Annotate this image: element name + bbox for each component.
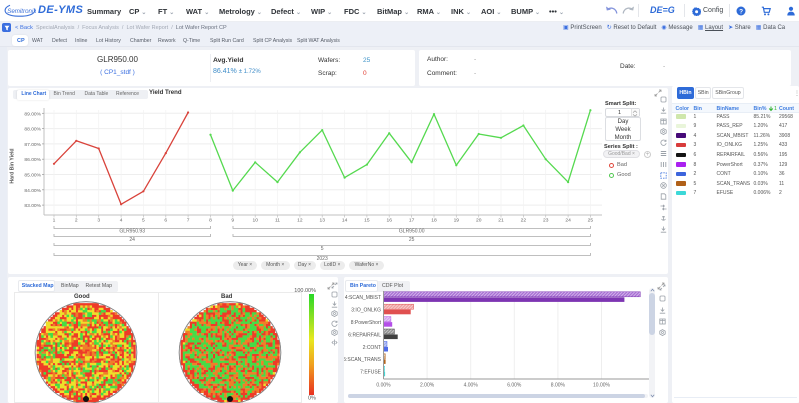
- svg-text:85.00%: 85.00%: [24, 173, 41, 179]
- svg-text:19: 19: [454, 218, 460, 224]
- svg-text:GLR950.00: GLR950.00: [399, 229, 425, 235]
- svg-text:5: 5: [142, 218, 145, 224]
- svg-text:Semitronix: Semitronix: [7, 8, 36, 15]
- svg-text:4: 4: [120, 218, 123, 224]
- svg-text:10.00%: 10.00%: [593, 383, 611, 389]
- svg-text:13: 13: [319, 218, 325, 224]
- svg-text:9: 9: [231, 218, 234, 224]
- svg-text:6: 6: [164, 218, 167, 224]
- svg-text:5: 5: [321, 246, 324, 252]
- svg-text:24: 24: [565, 218, 571, 224]
- svg-text:8: 8: [209, 218, 212, 224]
- svg-text:18: 18: [431, 218, 437, 224]
- svg-text:21: 21: [498, 218, 504, 224]
- svg-text:8.00%: 8.00%: [551, 383, 566, 389]
- svg-text:0%: 0%: [308, 396, 316, 402]
- svg-text:25: 25: [588, 218, 594, 224]
- svg-text:10: 10: [252, 218, 258, 224]
- svg-text:20: 20: [476, 218, 482, 224]
- svg-text:15: 15: [364, 218, 370, 224]
- svg-text:1: 1: [53, 218, 56, 224]
- svg-text:Hard Bin Yield: Hard Bin Yield: [10, 148, 16, 183]
- svg-text:24: 24: [129, 237, 135, 243]
- svg-text:87.00%: 87.00%: [24, 142, 41, 148]
- svg-text:2.00%: 2.00%: [420, 383, 435, 389]
- svg-text:4.00%: 4.00%: [464, 383, 479, 389]
- svg-text:86.00%: 86.00%: [24, 157, 41, 163]
- svg-text:?: ?: [739, 9, 743, 16]
- svg-text:17: 17: [409, 218, 415, 224]
- svg-text:4:SCAN_MBIST: 4:SCAN_MBIST: [345, 295, 381, 301]
- svg-text:3:IO_ONLKG: 3:IO_ONLKG: [351, 308, 381, 314]
- svg-text:14: 14: [342, 218, 348, 224]
- svg-text:6:REPAIRFAIL: 6:REPAIRFAIL: [348, 332, 381, 338]
- svg-text:84.00%: 84.00%: [24, 188, 41, 194]
- svg-text:2: 2: [75, 218, 78, 224]
- svg-text:7:EFUSE: 7:EFUSE: [360, 370, 382, 376]
- svg-text:100.00%: 100.00%: [294, 288, 316, 294]
- svg-text:83.00%: 83.00%: [24, 203, 41, 209]
- svg-text:11: 11: [275, 218, 280, 224]
- svg-text:16: 16: [386, 218, 392, 224]
- svg-text:2:CONT: 2:CONT: [363, 345, 381, 351]
- svg-text:88.00%: 88.00%: [24, 127, 41, 133]
- svg-text:3: 3: [97, 218, 100, 224]
- svg-text:89.00%: 89.00%: [24, 111, 41, 117]
- svg-text:7: 7: [187, 218, 190, 224]
- svg-text:23: 23: [543, 218, 549, 224]
- svg-text:0.00%: 0.00%: [376, 383, 391, 389]
- svg-text:5:SCAN_TRANS: 5:SCAN_TRANS: [344, 357, 382, 363]
- svg-text:22: 22: [521, 218, 527, 224]
- svg-text:12: 12: [297, 218, 303, 224]
- svg-text:25: 25: [409, 237, 415, 243]
- svg-text:6.00%: 6.00%: [507, 383, 522, 389]
- svg-text:8:PowerShort: 8:PowerShort: [351, 320, 382, 326]
- svg-text:GLR950.93: GLR950.93: [119, 229, 145, 235]
